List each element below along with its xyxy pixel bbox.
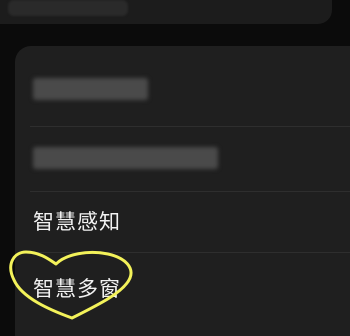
previous-settings-card [0,0,332,24]
settings-row-1[interactable] [15,46,350,126]
blurred-row [8,0,128,16]
settings-row-2[interactable] [15,127,350,191]
blurred-label [33,147,218,169]
blurred-label [33,78,148,100]
settings-item-label: 智慧感知 [33,210,121,234]
heart-outline-icon [9,250,133,320]
